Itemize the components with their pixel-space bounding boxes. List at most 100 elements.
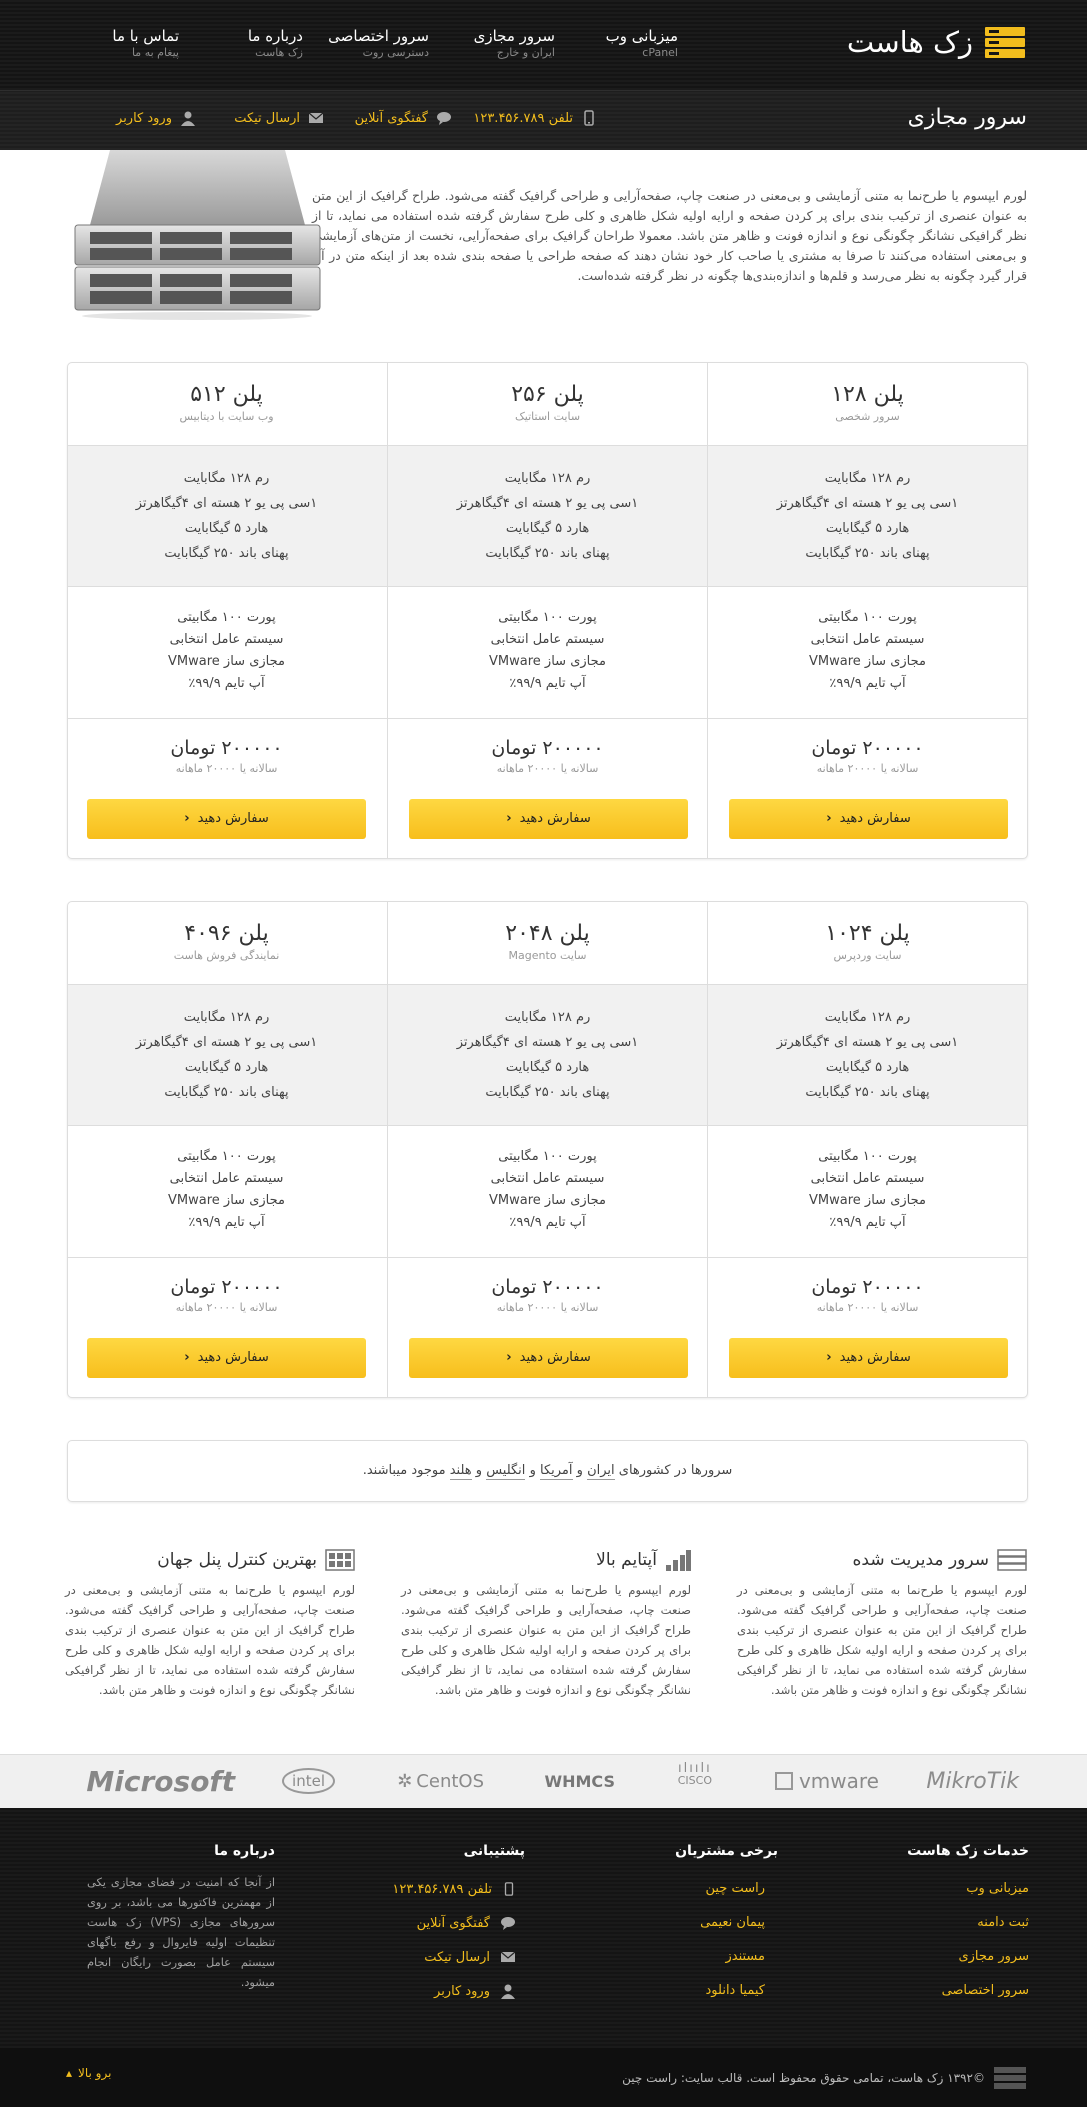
chat-label: گفتگوی آنلاین — [354, 110, 428, 126]
footer-link-label: گفتگوی آنلاین — [416, 1915, 490, 1931]
cisco-logo: ılıılı CISCO — [678, 1762, 712, 1799]
plan-header: پلن ۱۰۲۴ سایت وردپرس — [708, 902, 1027, 984]
plan-desc: نمایندگی فروش هاست — [173, 949, 280, 962]
order-button[interactable]: سفارش دهید ‹ — [729, 799, 1008, 839]
nav-subtitle: پیغام به ما — [131, 46, 179, 59]
footer-link[interactable]: کیمیا دانلود — [706, 1983, 765, 1998]
plan-name: پلن ۵۱۲ — [190, 382, 263, 407]
footer-login[interactable]: ورود کاربر — [434, 1983, 516, 1999]
countries-suffix: موجود میباشند. — [362, 1463, 446, 1478]
feature-uptime: آپ تایم ۹۹/۹٪ — [829, 676, 906, 691]
footer-link[interactable]: میزبانی وب — [966, 1881, 1029, 1896]
order-label: سفارش دهید — [197, 1350, 269, 1365]
feature-cpu: ۱سی پی یو ۲ هسته ای ۴گیگاهرتز — [776, 496, 959, 511]
footer-ticket[interactable]: ارسال تیکت — [424, 1949, 516, 1965]
logo-label: MikroTik — [926, 1768, 1019, 1794]
footer-link[interactable]: ثبت دامنه — [977, 1915, 1029, 1930]
ticket-link[interactable]: ارسال تیکت — [234, 110, 324, 126]
nav-vps[interactable]: سرور مجازی ایران و خارج — [474, 26, 555, 60]
nav-about[interactable]: درباره ما زک هاست — [248, 26, 303, 60]
order-button[interactable]: سفارش دهید ‹ — [87, 799, 366, 839]
plan-price-block: ۲۰۰۰۰۰ تومان سالانه یا ۲۰۰۰۰ ماهانه — [68, 1258, 387, 1316]
nav-title: درباره ما — [247, 27, 303, 45]
feature-text: لورم ایپسوم یا طرح‌نما به متنی آزمایشی و… — [737, 1583, 1027, 1697]
order-button[interactable]: سفارش دهید ‹ — [409, 1338, 688, 1378]
footer-link[interactable]: راست چین — [705, 1881, 765, 1896]
nav-subtitle: زک هاست — [255, 46, 303, 59]
feature-cpu: ۱سی پی یو ۲ هسته ای ۴گیگاهرتز — [135, 1035, 318, 1050]
plan-name: پلن ۴۰۹۶ — [184, 921, 269, 946]
footer-link[interactable]: سرور اختصاصی — [942, 1983, 1029, 1998]
order-button[interactable]: سفارش دهید ‹ — [87, 1338, 366, 1378]
nav-title: تماس با ما — [112, 27, 179, 45]
copyright-text: ©۱۳۹۲ زک هاست، تمامی حقوق محفوظ است. قال… — [622, 2071, 985, 2085]
plan-price-block: ۲۰۰۰۰۰ تومان سالانه یا ۲۰۰۰۰ ماهانه — [708, 719, 1027, 777]
country-link[interactable]: هلند — [449, 1463, 472, 1480]
footer-link-label: ورود کاربر — [434, 1983, 490, 1999]
plan-price-note: سالانه یا ۲۰۰۰۰ ماهانه — [816, 1301, 919, 1314]
country-link[interactable]: انگلیس — [486, 1463, 526, 1480]
feature-bandwidth: پهنای باند ۲۵۰ گیگابایت — [805, 1085, 930, 1100]
logo[interactable]: زک هاست — [847, 22, 1027, 62]
plan-desc: وب سایت با دیتابیس — [179, 410, 274, 423]
feature-virtualizer: مجازی ساز VMware — [489, 654, 606, 669]
login-link[interactable]: ورود کاربر — [116, 110, 196, 126]
feature-text: لورم ایپسوم یا طرح‌نما به متنی آزمایشی و… — [65, 1583, 355, 1697]
country-link[interactable]: آمریکا — [539, 1463, 573, 1480]
feature-cpu: ۱سی پی یو ۲ هسته ای ۴گیگاهرتز — [135, 496, 318, 511]
feature-uptime: آپ تایم ۹۹/۹٪ — [188, 1215, 265, 1230]
order-label: سفارش دهید — [519, 1350, 591, 1365]
feature-cpu: ۱سی پی یو ۲ هسته ای ۴گیگاهرتز — [456, 1035, 639, 1050]
chevron-left-icon: ‹ — [506, 811, 512, 826]
footer-chat[interactable]: گفتگوی آنلاین — [417, 1915, 516, 1931]
mobile-icon — [584, 110, 594, 126]
plan-desc: سایت Magento — [508, 949, 587, 962]
order-button[interactable]: سفارش دهید ‹ — [729, 1338, 1008, 1378]
plan-name: پلن ۲۵۶ — [511, 382, 584, 407]
plan-price: ۲۰۰۰۰۰ تومان — [170, 737, 283, 759]
feature-managed-server: سرور مدیریت شده لورم ایپسوم یا طرح‌نما ب… — [737, 1546, 1027, 1700]
chevron-left-icon: ‹ — [184, 1350, 190, 1365]
footer-phone[interactable]: تلفن ۱۲۳.۴۵۶.۷۸۹ — [392, 1881, 516, 1897]
server-rack-icon — [997, 1549, 1027, 1571]
nav-web-hosting[interactable]: میزبانی وب cPanel — [606, 26, 678, 60]
feature-title: سرور مدیریت شده — [852, 1550, 990, 1570]
order-label: سفارش دهید — [519, 811, 591, 826]
phone-label: تلفن ۱۲۳.۴۵۶.۷۸۹ — [473, 110, 573, 126]
chat-bubble-icon — [437, 112, 451, 125]
feature-uptime: آپ تایم ۹۹/۹٪ — [829, 1215, 906, 1230]
chat-link[interactable]: گفتگوی آنلاین — [355, 110, 452, 126]
nav-subtitle: ایران و خارج — [496, 46, 555, 59]
plan-header: پلن ۴۰۹۶ نمایندگی فروش هاست — [68, 902, 387, 984]
country-link[interactable]: ایران — [587, 1463, 615, 1480]
feature-os: سیستم عامل انتخابی — [169, 632, 284, 647]
footer-link[interactable]: پیمان نعیمی — [700, 1915, 765, 1930]
feature-virtualizer: مجازی ساز VMware — [489, 1193, 606, 1208]
plan-features-software: پورت ۱۰۰ مگابیتی سیستم عامل انتخابی مجازی … — [388, 587, 707, 719]
phone-link[interactable]: تلفن ۱۲۳.۴۵۶.۷۸۹ — [473, 110, 597, 126]
plan-features-hardware: رم ۱۲۸ مگابایت ۱سی پی یو ۲ هسته ای ۴گیگاه… — [68, 445, 387, 587]
feature-virtualizer: مجازی ساز VMware — [168, 654, 285, 669]
back-to-top[interactable]: برو بالا ▴ — [66, 2066, 111, 2080]
footer-link[interactable]: مستندز — [725, 1949, 765, 1964]
plan-price-note: سالانه یا ۲۰۰۰۰ ماهانه — [496, 762, 599, 775]
footer-link-label: ارسال تیکت — [424, 1949, 490, 1965]
nav-contact[interactable]: تماس با ما پیغام به ما — [112, 26, 179, 60]
back-to-top-label: برو بالا — [78, 2066, 112, 2080]
feature-os: سیستم عامل انتخابی — [169, 1171, 284, 1186]
feature-virtualizer: مجازی ساز VMware — [809, 654, 926, 669]
feature-virtualizer: مجازی ساز VMware — [168, 1193, 285, 1208]
feature-bandwidth: پهنای باند ۲۵۰ گیگابایت — [805, 546, 930, 561]
order-button[interactable]: سفارش دهید ‹ — [409, 799, 688, 839]
logo-small-icon — [994, 2067, 1026, 2089]
plan-price: ۲۰۰۰۰۰ تومان — [491, 1276, 604, 1298]
footer-link-label: تلفن ۱۲۳.۴۵۶.۷۸۹ — [392, 1881, 492, 1897]
feature-hdd: هارد ۵ گیگابایت — [505, 1060, 590, 1075]
plan-header: پلن ۲۰۴۸ سایت Magento — [388, 902, 707, 984]
chevron-left-icon: ‹ — [184, 811, 190, 826]
plan-desc: سایت وردپرس — [833, 949, 902, 962]
plan-price: ۲۰۰۰۰۰ تومان — [491, 737, 604, 759]
nav-title: سرور اختصاصی — [328, 27, 429, 45]
nav-dedicated[interactable]: سرور اختصاصی دسترسی روت — [328, 26, 429, 60]
footer-link[interactable]: سرور مجازی — [958, 1949, 1029, 1964]
